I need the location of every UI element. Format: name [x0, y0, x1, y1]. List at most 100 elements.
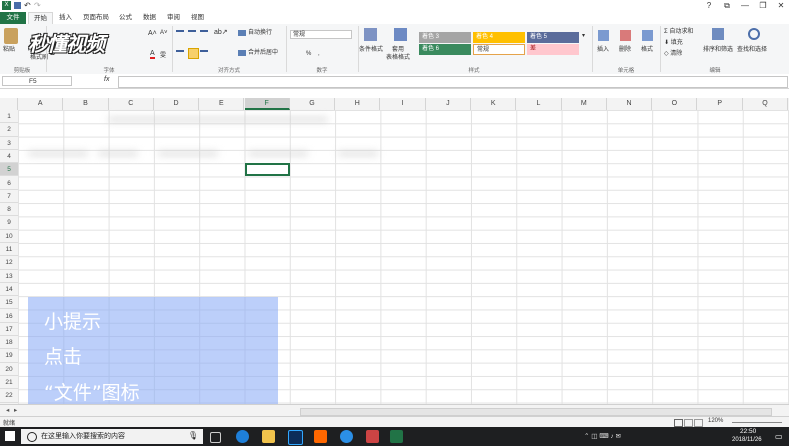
column-header-m[interactable]: M	[562, 98, 607, 110]
align-left-icon[interactable]	[176, 50, 184, 58]
conditional-format-button[interactable]: 条件格式	[359, 46, 383, 54]
orientation-icon[interactable]: ab↗	[214, 28, 228, 36]
clock-date[interactable]: 2018/11/26	[732, 437, 762, 443]
table-format-button[interactable]: 套用 表格格式	[386, 46, 410, 62]
cell-style-accent6[interactable]: 着色 6	[419, 44, 471, 55]
horizontal-scrollbar[interactable]	[300, 408, 772, 416]
insert-icon[interactable]	[598, 30, 609, 41]
paste-icon[interactable]	[4, 28, 18, 44]
tab-insert[interactable]: 插入	[54, 12, 77, 24]
fill-button[interactable]: ⬇ 填充	[664, 39, 683, 47]
taskbar-search-input[interactable]: 在这里输入你要搜索的内容	[21, 429, 203, 444]
tray-icons[interactable]: ⌃ ◫ ⌨ ♪ ✉	[584, 432, 621, 440]
sort-filter-button[interactable]: 排序和筛选	[703, 46, 733, 54]
clear-button[interactable]: ◇ 清除	[664, 50, 682, 58]
table-format-icon[interactable]	[394, 28, 407, 41]
font-color-icon[interactable]: A	[150, 50, 155, 59]
phonetic-icon[interactable]: 雯	[160, 50, 166, 59]
percent-icon[interactable]: %	[306, 50, 311, 58]
insert-button[interactable]: 插入	[597, 46, 609, 54]
cell-style-accent4[interactable]: 着色 4	[473, 32, 525, 43]
row-header-11[interactable]: 11	[0, 243, 18, 257]
zoom-level[interactable]: 120%	[708, 418, 723, 424]
row-header-10[interactable]: 10	[0, 230, 18, 243]
ie-icon[interactable]	[340, 430, 353, 443]
wrap-text-button[interactable]: 自动换行	[248, 29, 272, 37]
find-select-button[interactable]: 查找和选择	[737, 46, 767, 54]
cell-style-accent3[interactable]: 着色 3	[419, 32, 471, 43]
normal-view-icon[interactable]	[674, 419, 683, 427]
save-icon[interactable]	[14, 2, 21, 9]
close-button[interactable]: ✕	[772, 0, 789, 12]
wrap-text-icon[interactable]	[238, 30, 246, 36]
row-header-17[interactable]: 17	[0, 323, 18, 337]
delete-icon[interactable]	[620, 30, 631, 41]
tab-formulas[interactable]: 公式	[114, 12, 137, 24]
formula-input[interactable]	[118, 76, 788, 88]
help-icon[interactable]: ?	[700, 0, 718, 12]
align-right-icon[interactable]	[200, 50, 208, 58]
tab-file[interactable]: 文件	[0, 12, 26, 24]
tab-page-layout[interactable]: 页面布局	[78, 12, 114, 24]
row-header-14[interactable]: 14	[0, 283, 18, 297]
row-header-2[interactable]: 2	[0, 123, 18, 137]
row-header-13[interactable]: 13	[0, 270, 18, 283]
autosum-button[interactable]: Σ 自动求和	[664, 28, 693, 36]
cell-style-normal[interactable]: 常规	[473, 44, 525, 55]
name-box[interactable]: F5	[2, 76, 72, 86]
delete-button[interactable]: 删除	[619, 46, 631, 54]
format-button[interactable]: 格式	[641, 46, 653, 54]
font-size-up-icon[interactable]: A˄	[148, 30, 157, 37]
row-header-7[interactable]: 7	[0, 190, 18, 204]
row-header-12[interactable]: 12	[0, 256, 18, 270]
row-header-21[interactable]: 21	[0, 376, 18, 390]
microphone-icon[interactable]: 🎙	[188, 431, 198, 440]
align-center-icon[interactable]	[188, 48, 199, 59]
redo-icon[interactable]: ↷	[34, 1, 41, 10]
restore-button[interactable]: ❐	[754, 0, 772, 12]
column-header-b[interactable]: B	[63, 98, 109, 110]
column-header-a[interactable]: A	[18, 98, 64, 110]
format-icon[interactable]	[642, 30, 653, 41]
column-header-c[interactable]: C	[109, 98, 154, 110]
file-explorer-icon[interactable]	[262, 430, 275, 443]
tab-view[interactable]: 视图	[186, 12, 209, 24]
task-view-icon[interactable]	[210, 432, 221, 443]
app-icon[interactable]	[366, 430, 379, 443]
column-header-l[interactable]: L	[516, 98, 562, 110]
align-middle-icon[interactable]	[188, 30, 196, 38]
styles-more-icon[interactable]: ▾	[582, 32, 585, 39]
clock-time[interactable]: 22:50	[740, 428, 756, 435]
row-header-4[interactable]: 4	[0, 150, 18, 164]
conditional-format-icon[interactable]	[364, 28, 377, 41]
align-bottom-icon[interactable]	[200, 30, 208, 38]
minimize-button[interactable]: —	[736, 0, 754, 12]
column-header-j[interactable]: J	[426, 98, 471, 110]
column-header-o[interactable]: O	[652, 98, 698, 110]
page-layout-view-icon[interactable]	[684, 419, 693, 427]
column-header-k[interactable]: K	[471, 98, 517, 110]
excel-app-icon[interactable]: X	[2, 1, 11, 10]
zoom-slider[interactable]	[732, 422, 782, 423]
comma-icon[interactable]: ,	[318, 50, 320, 58]
mi-icon[interactable]	[314, 430, 327, 443]
column-header-i[interactable]: I	[380, 98, 426, 110]
ribbon-display-icon[interactable]: ⧉	[718, 0, 736, 12]
find-select-icon[interactable]	[748, 28, 760, 40]
paste-button[interactable]: 粘贴	[3, 46, 15, 54]
column-header-e[interactable]: E	[199, 98, 245, 110]
tab-review[interactable]: 审阅	[162, 12, 185, 24]
edge-icon[interactable]	[236, 430, 249, 443]
photoshop-icon[interactable]	[288, 430, 303, 445]
number-format-dropdown[interactable]: 常规	[290, 30, 352, 39]
cell-style-bad[interactable]: 差	[527, 44, 579, 55]
row-header-18[interactable]: 18	[0, 336, 18, 350]
column-header-n[interactable]: N	[607, 98, 653, 110]
row-header-3[interactable]: 3	[0, 137, 18, 150]
column-header-h[interactable]: H	[335, 98, 381, 110]
row-header-5[interactable]: 5	[0, 163, 18, 177]
page-break-view-icon[interactable]	[694, 419, 703, 427]
row-header-1[interactable]: 1	[0, 110, 18, 124]
tab-data[interactable]: 数据	[138, 12, 161, 24]
select-all-corner[interactable]	[0, 98, 18, 110]
